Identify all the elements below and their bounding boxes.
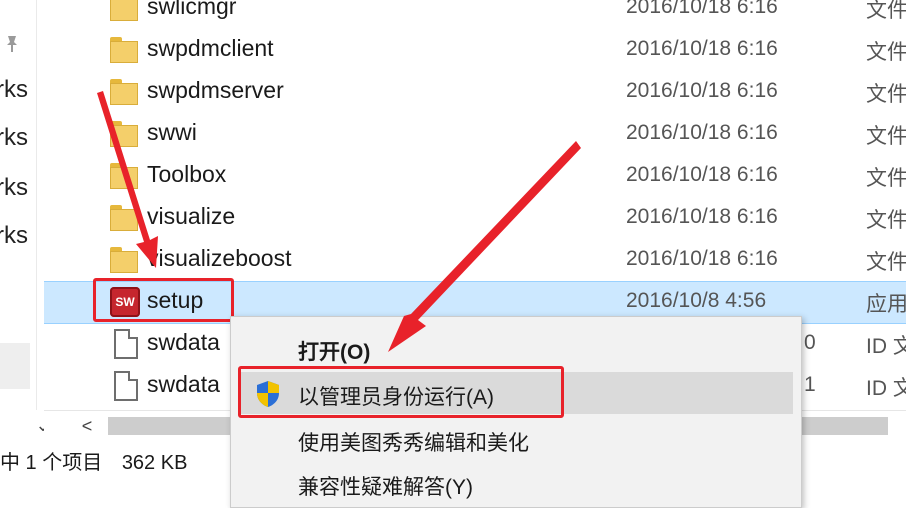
file-type: 文件 [866, 0, 906, 22]
file-date: 2016/10/18 6:16 [626, 163, 778, 186]
menu-item-run-as-admin[interactable]: 以管理员身份运行(A) [241, 372, 793, 414]
menu-item-open[interactable]: 打开(O) [231, 327, 801, 369]
file-type: 文件 [866, 83, 906, 106]
file-type: ID 文 [866, 377, 906, 400]
file-name: swpdmserver [147, 77, 284, 103]
uac-shield-icon [257, 381, 279, 407]
menu-item-meitu-edit[interactable]: 使用美图秀秀编辑和美化 [231, 418, 801, 460]
folder-icon [110, 245, 140, 275]
nav-scrollbar[interactable] [0, 343, 30, 389]
selection-count: 中 1 个项目 [0, 452, 103, 474]
document-icon [114, 329, 138, 359]
folder-icon [110, 35, 140, 65]
menu-item-compatibility[interactable]: 兼容性疑难解答(Y) [231, 462, 801, 504]
file-name: visualizeboost [147, 245, 292, 271]
folder-icon [110, 161, 140, 191]
nav-item[interactable]: rks [0, 76, 28, 104]
folder-icon [110, 77, 140, 107]
file-name: visualize [147, 203, 236, 229]
document-icon [114, 371, 138, 401]
nav-item[interactable]: rks [0, 124, 28, 152]
file-name: setup [147, 287, 204, 313]
file-date: 2016/10/18 6:16 [626, 37, 778, 60]
status-bar: 中 1 个项目 362 KB [0, 446, 201, 486]
file-row[interactable]: Toolbox 2016/10/18 6:16 文件 [44, 156, 906, 198]
file-type: 文件 [866, 251, 906, 274]
file-type: ID 文 [866, 335, 906, 358]
nav-item[interactable]: rks [0, 174, 28, 202]
file-date: 1 [804, 373, 816, 396]
file-name: swpdmclient [147, 35, 274, 61]
file-date: 2016/10/18 6:16 [626, 247, 778, 270]
navigation-pane: rks rks rks rks [0, 0, 37, 410]
file-name: swlicmgr [147, 0, 237, 19]
selection-size: 362 KB [121, 452, 188, 474]
file-type: 文件 [866, 41, 906, 64]
file-type: 文件 [866, 125, 906, 148]
file-date: 2016/10/18 6:16 [626, 0, 778, 18]
folder-icon [110, 0, 140, 23]
chevron-left-icon[interactable]: < [72, 411, 102, 441]
file-name: swdata [147, 329, 220, 355]
file-row[interactable]: visualize 2016/10/18 6:16 文件 [44, 198, 906, 240]
context-menu: 打开(O) 以管理员身份运行(A) 使用美图秀秀编辑和美化 兼容性疑难解答(Y) [230, 316, 802, 508]
file-type: 文件 [866, 167, 906, 190]
file-row[interactable]: swlicmgr 2016/10/18 6:16 文件 [44, 0, 906, 30]
file-date: 2016/10/18 6:16 [626, 79, 778, 102]
nav-item[interactable]: rks [0, 222, 28, 250]
file-date: 2016/10/18 6:16 [626, 121, 778, 144]
folder-icon [110, 119, 140, 149]
solidworks-app-icon: SW [110, 287, 140, 317]
file-date: 0 [804, 331, 816, 354]
file-date: 2016/10/18 6:16 [626, 205, 778, 228]
file-name: swdata [147, 371, 220, 397]
file-type: 应用 [866, 293, 906, 316]
file-name: swwi [147, 119, 197, 145]
file-type: 文件 [866, 209, 906, 232]
file-date: 2016/10/8 4:56 [626, 289, 767, 312]
folder-icon [110, 203, 140, 233]
file-row[interactable]: visualizeboost 2016/10/18 6:16 文件 [44, 240, 906, 282]
file-row[interactable]: swpdmclient 2016/10/18 6:16 文件 [44, 30, 906, 72]
file-name: Toolbox [147, 161, 227, 187]
pin-icon[interactable] [2, 34, 22, 54]
file-row[interactable]: swwi 2016/10/18 6:16 文件 [44, 114, 906, 156]
file-row[interactable]: swpdmserver 2016/10/18 6:16 文件 [44, 72, 906, 114]
